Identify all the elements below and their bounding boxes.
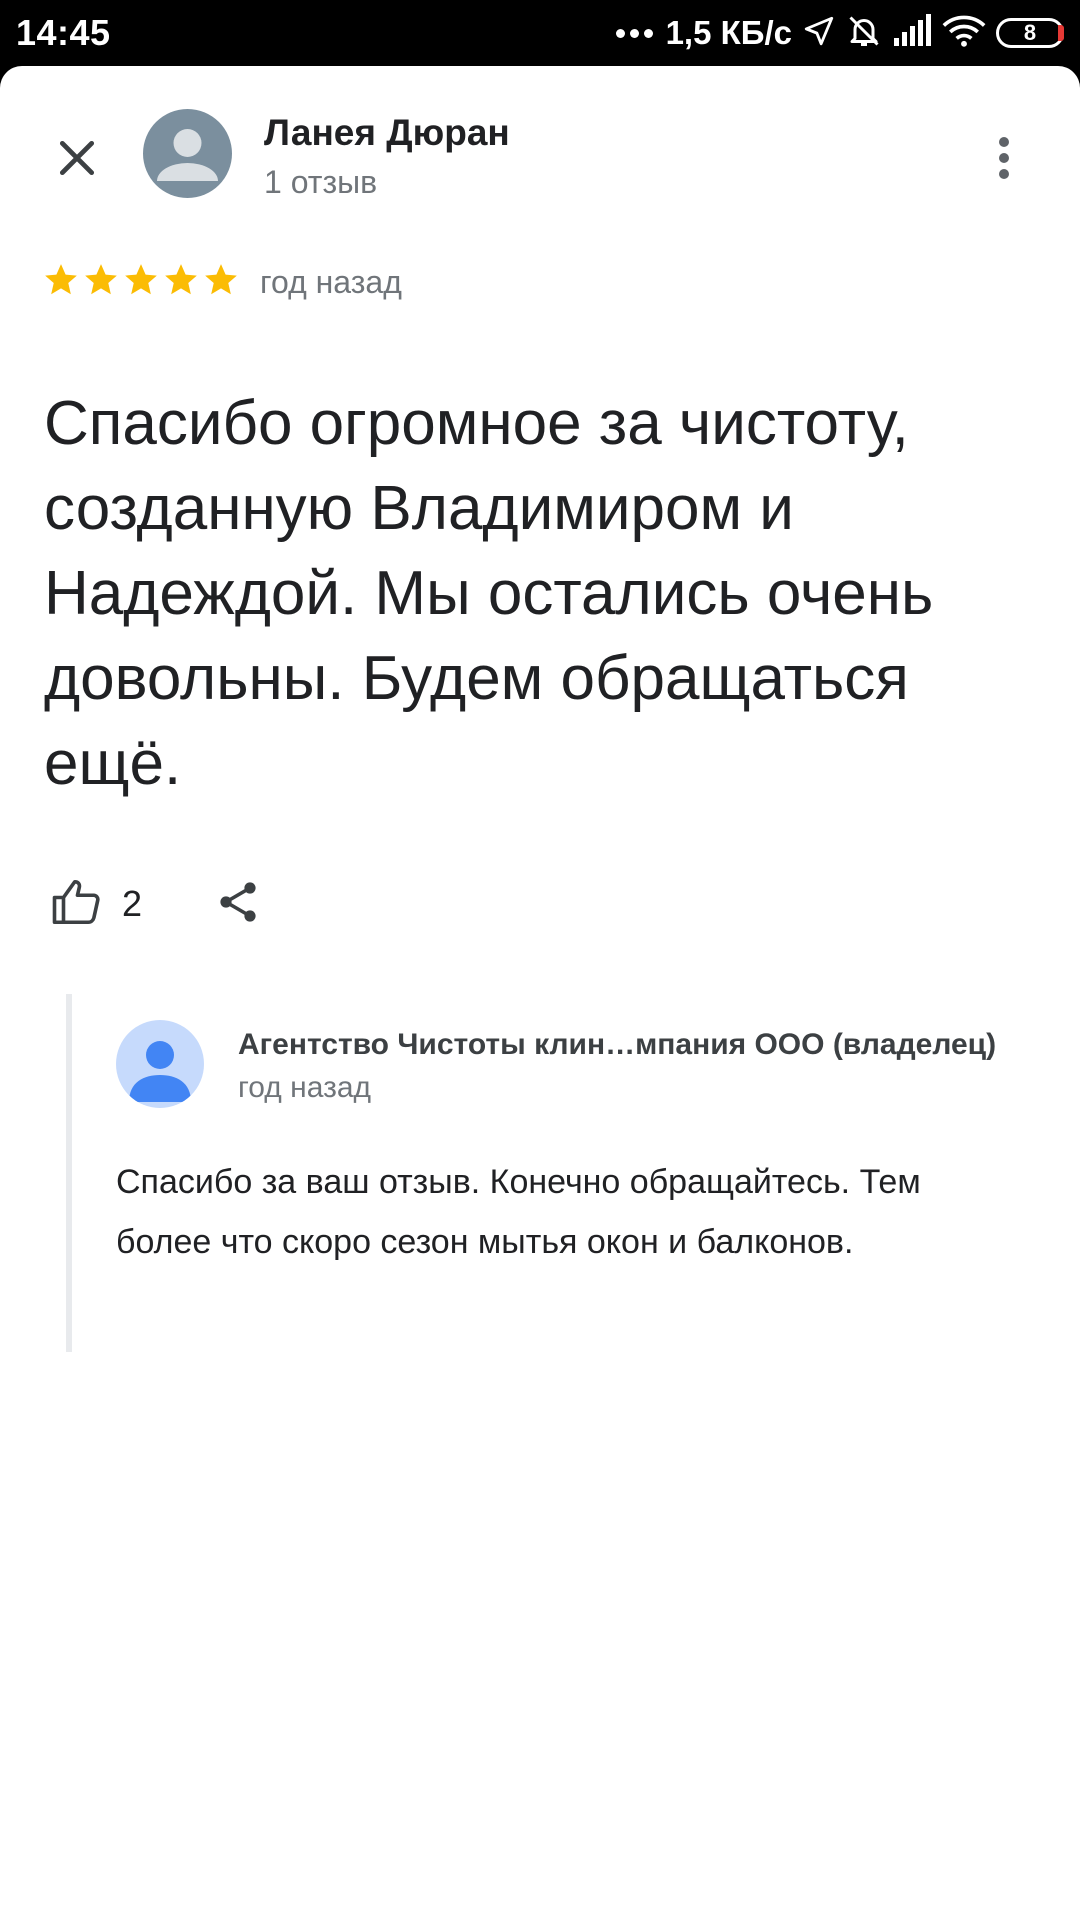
signal-icon bbox=[892, 13, 932, 53]
owner-reply-date: год назад bbox=[238, 1071, 372, 1104]
review-actions: 2 bbox=[50, 874, 262, 934]
more-options-button[interactable] bbox=[979, 132, 1029, 188]
status-icons: 1,5 КБ/с 8 bbox=[615, 10, 1064, 56]
review-sheet: Ланея Дюран 1 отзыв год назад Спасибо ог… bbox=[0, 66, 1080, 1920]
star-icon bbox=[202, 261, 240, 304]
reviewer-name[interactable]: Ланея Дюран bbox=[264, 112, 510, 154]
review-date: год назад bbox=[260, 263, 402, 300]
owner-avatar[interactable] bbox=[116, 1020, 204, 1108]
network-speed: 1,5 КБ/с bbox=[665, 14, 792, 51]
rating-row: год назад bbox=[42, 257, 402, 307]
battery-icon: 8 bbox=[996, 18, 1064, 48]
like-button[interactable]: 2 bbox=[50, 875, 142, 934]
reviewer-avatar[interactable] bbox=[143, 109, 232, 198]
share-icon bbox=[214, 878, 262, 931]
owner-name: Агентство Чистоты клин…мпания ООО (владе… bbox=[238, 1028, 997, 1061]
star-icon bbox=[42, 261, 80, 304]
battery-level: 8 bbox=[1023, 20, 1037, 45]
close-icon bbox=[55, 136, 99, 185]
close-button[interactable] bbox=[46, 129, 108, 191]
review-text: Спасибо огромное за чистоту, созданную В… bbox=[44, 389, 934, 798]
more-vert-icon bbox=[998, 136, 1010, 185]
status-time: 14:45 bbox=[16, 12, 111, 53]
star-icon bbox=[82, 261, 120, 304]
star-icon bbox=[122, 261, 160, 304]
owner-reply-text: Спасибо за ваш отзыв. Конечно обращайтес… bbox=[116, 1163, 921, 1261]
status-bar: 14:45 1,5 КБ/с 8 bbox=[0, 0, 1080, 66]
star-icon bbox=[162, 261, 200, 304]
like-count: 2 bbox=[122, 883, 143, 924]
thumb-up-icon bbox=[50, 875, 104, 934]
share-button[interactable] bbox=[214, 878, 262, 931]
reply-divider bbox=[66, 994, 72, 1352]
location-arrow-icon bbox=[802, 14, 836, 53]
reviewer-review-count: 1 отзыв bbox=[264, 164, 378, 200]
wifi-icon bbox=[942, 14, 986, 53]
star-rating bbox=[42, 261, 240, 304]
bell-off-icon bbox=[846, 13, 882, 54]
dots-icon bbox=[615, 28, 653, 38]
